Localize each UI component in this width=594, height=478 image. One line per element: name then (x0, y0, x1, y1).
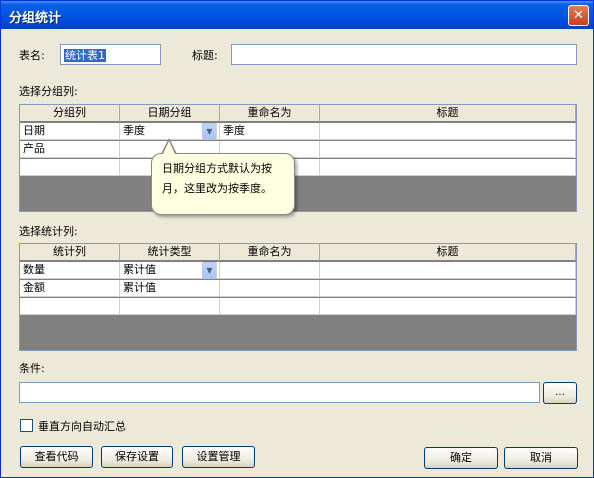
tooltip-line: 日期分组方式默认为按 (162, 162, 272, 175)
grid-cell[interactable] (20, 298, 120, 315)
grid-cell[interactable]: 季度 (220, 123, 320, 140)
table-row[interactable] (20, 159, 576, 176)
chevron-down-icon[interactable]: ▼ (202, 262, 217, 279)
close-icon[interactable]: ✕ (568, 5, 589, 26)
grid-cell[interactable]: 金额 (20, 280, 120, 297)
grid-cell-value: 季度 (123, 124, 145, 137)
group-grid: 分组列 日期分组 重命名为 标题 日期 季度 ▼ 季度 产品 (19, 104, 577, 212)
grid-cell-value: 累计值 (123, 263, 156, 276)
grid-cell[interactable] (220, 298, 320, 315)
column-header[interactable]: 标题 (320, 244, 576, 261)
grid-cell[interactable]: 累计值 ▼ (120, 262, 220, 279)
condition-label: 条件: (19, 362, 45, 375)
grid-cell[interactable] (320, 280, 576, 297)
grid-cell[interactable] (220, 262, 320, 279)
window-title: 分组统计 (9, 11, 62, 26)
column-header[interactable]: 统计列 (20, 244, 120, 261)
grid-cell[interactable] (320, 123, 576, 140)
grid-cell[interactable]: 日期 (20, 123, 120, 140)
dialog-window: 分组统计 ✕ 表名: 统计表1 标题: 选择分组列: 分组列 日期分组 重命名为… (0, 0, 594, 478)
grid-cell[interactable] (20, 159, 120, 176)
column-header[interactable]: 标题 (320, 105, 576, 122)
column-header[interactable]: 分组列 (20, 105, 120, 122)
grid-cell[interactable] (320, 159, 576, 176)
grid-cell[interactable] (220, 280, 320, 297)
table-row[interactable]: 日期 季度 ▼ 季度 (20, 123, 576, 140)
grid-cell[interactable]: 累计值 (120, 280, 220, 297)
view-code-button[interactable]: 查看代码 (20, 446, 93, 468)
tooltip-line: 月，这里改为按季度。 (162, 182, 272, 195)
title-input[interactable] (231, 44, 577, 65)
table-row[interactable] (20, 298, 576, 315)
chevron-down-icon[interactable]: ▼ (202, 123, 217, 140)
tooltip-tail-fill (163, 141, 175, 154)
tooltip-balloon: 日期分组方式默认为按 月，这里改为按季度。 (151, 153, 295, 215)
grid-cell[interactable] (320, 141, 576, 158)
condition-browse-button[interactable]: ... (543, 382, 577, 404)
manage-settings-button[interactable]: 设置管理 (182, 446, 255, 468)
table-name-label: 表名: (19, 49, 45, 62)
column-header[interactable]: 日期分组 (120, 105, 220, 122)
column-header[interactable]: 重命名为 (220, 244, 320, 261)
save-settings-button[interactable]: 保存设置 (101, 446, 173, 468)
auto-summary-checkbox[interactable] (20, 419, 33, 432)
cancel-button[interactable]: 取消 (504, 447, 578, 469)
title-label: 标题: (192, 49, 218, 62)
grid-cell[interactable] (120, 298, 220, 315)
auto-summary-label: 垂直方向自动汇总 (38, 420, 126, 433)
table-row[interactable]: 产品 (20, 141, 576, 158)
ok-button[interactable]: 确定 (424, 447, 498, 469)
grid-cell[interactable]: 数量 (20, 262, 120, 279)
grid-cell[interactable] (320, 262, 576, 279)
column-header[interactable]: 统计类型 (120, 244, 220, 261)
grid-cell[interactable] (320, 298, 576, 315)
stat-grid-header: 统计列 统计类型 重命名为 标题 (20, 244, 576, 261)
group-grid-header: 分组列 日期分组 重命名为 标题 (20, 105, 576, 122)
stat-grid: 统计列 统计类型 重命名为 标题 数量 累计值 ▼ 金额 累计值 (19, 243, 577, 351)
table-row[interactable]: 金额 累计值 (20, 280, 576, 297)
column-header[interactable]: 重命名为 (220, 105, 320, 122)
condition-input[interactable] (19, 382, 540, 403)
group-section-label: 选择分组列: (19, 85, 78, 98)
title-bar[interactable]: 分组统计 ✕ (1, 1, 593, 29)
grid-cell[interactable]: 产品 (20, 141, 120, 158)
table-name-value: 统计表1 (64, 49, 106, 62)
table-row[interactable]: 数量 累计值 ▼ (20, 262, 576, 279)
table-name-input[interactable]: 统计表1 (60, 44, 161, 65)
stat-section-label: 选择统计列: (19, 225, 78, 238)
